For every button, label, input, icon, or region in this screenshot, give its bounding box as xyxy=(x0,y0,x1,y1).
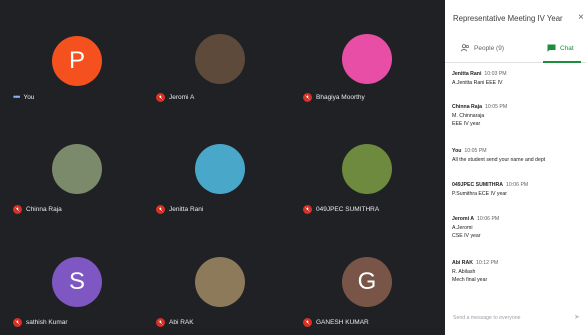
participant-name: You xyxy=(23,93,35,101)
chat-icon xyxy=(547,44,556,52)
close-icon[interactable]: × xyxy=(578,12,584,23)
message-text: CSE IV year xyxy=(452,233,481,240)
participant-label: ••• You xyxy=(13,92,34,102)
message-text: EEE IV year xyxy=(452,121,481,128)
avatar: P xyxy=(52,36,102,86)
message-text: A.Jeromi xyxy=(452,224,473,231)
participant-label: Bhagiya Moorthy xyxy=(303,93,365,102)
participant-label: 049JPEC SUMITHRA xyxy=(303,205,379,214)
participant-tile[interactable]: Bhagiya Moorthy xyxy=(297,0,437,108)
participant-tile[interactable]: Chinna Raja xyxy=(7,112,147,220)
message-text: R. Abilash xyxy=(452,268,476,275)
chat-panel: Representative Meeting IV Year × People … xyxy=(445,0,586,335)
participant-tile[interactable]: Jeromi A xyxy=(150,0,290,108)
tab-people[interactable]: People (9) xyxy=(461,44,504,52)
chat-message: Chinna Raja 10:05 PM M. Chinnaraja EEE IV… xyxy=(452,103,507,129)
avatar xyxy=(195,144,245,194)
send-icon[interactable]: ➤ xyxy=(574,313,580,321)
mic-off-icon xyxy=(303,205,312,214)
avatar xyxy=(195,257,245,307)
avatar xyxy=(195,34,245,84)
speaking-indicator-icon: ••• xyxy=(13,92,21,102)
message-sender: Chinna Raja xyxy=(452,104,482,110)
mic-off-icon xyxy=(13,318,22,327)
participant-name: Abi RAK xyxy=(169,319,194,326)
mic-off-icon xyxy=(303,93,312,102)
mic-off-icon xyxy=(156,205,165,214)
panel-title: Representative Meeting IV Year xyxy=(453,14,563,23)
message-text: A.Jenitta Rani EEE IV xyxy=(452,79,503,86)
message-time: 10:03 PM xyxy=(484,71,507,77)
chat-message: Jeromi A 10:06 PM A.Jeromi CSE IV year xyxy=(452,215,499,241)
participant-name: sathish Kumar xyxy=(26,319,68,326)
participant-label: Jenitta Rani xyxy=(156,205,203,214)
participant-label: Abi RAK xyxy=(156,318,194,327)
avatar xyxy=(342,34,392,84)
participant-tile[interactable]: G GANESH KUMAR xyxy=(297,225,437,333)
tab-chat[interactable]: Chat xyxy=(547,44,574,52)
participant-label: GANESH KUMAR xyxy=(303,318,369,327)
avatar xyxy=(342,144,392,194)
tab-people-label: People (9) xyxy=(474,44,504,52)
participant-name: Bhagiya Moorthy xyxy=(316,94,365,101)
chat-message: Abi RAK 10:12 PM R. Abilash Mech final ye… xyxy=(452,259,498,285)
participant-name: Jeromi A xyxy=(169,94,195,101)
participant-tile[interactable]: P ••• You xyxy=(7,0,147,108)
participant-label: Chinna Raja xyxy=(13,205,62,214)
active-tab-indicator xyxy=(543,61,581,63)
message-text: All the student send your name and dept xyxy=(452,156,546,163)
people-icon xyxy=(461,44,470,52)
participant-tile[interactable]: Abi RAK xyxy=(150,225,290,333)
participant-label: sathish Kumar xyxy=(13,318,68,327)
participant-name: GANESH KUMAR xyxy=(316,319,369,326)
participant-tile[interactable]: 049JPEC SUMITHRA xyxy=(297,112,437,220)
message-time: 10:05 PM xyxy=(464,148,487,154)
avatar: S xyxy=(52,257,102,307)
message-sender: You xyxy=(452,148,462,154)
chat-message: You 10:05 PM All the student send your na… xyxy=(452,147,545,164)
avatar xyxy=(52,144,102,194)
participant-name: 049JPEC SUMITHRA xyxy=(316,206,380,213)
message-sender: 049JPEC SUMITHRA xyxy=(452,182,504,188)
message-sender: Jenitta Rani xyxy=(452,71,482,77)
participant-name: Jenitta Rani xyxy=(169,206,204,213)
mic-off-icon xyxy=(156,318,165,327)
participant-label: Jeromi A xyxy=(156,93,194,102)
message-text: P.Sumithra ECE IV year xyxy=(452,190,507,197)
message-time: 10:06 PM xyxy=(506,182,529,188)
mic-off-icon xyxy=(303,318,312,327)
avatar: G xyxy=(342,257,392,307)
chat-input[interactable]: Send a message to everyone xyxy=(453,315,520,321)
message-time: 10:06 PM xyxy=(477,216,500,222)
mic-off-icon xyxy=(156,93,165,102)
message-text: Mech final year xyxy=(452,277,488,284)
message-text: M. Chinnaraja xyxy=(452,112,485,119)
participant-name: Chinna Raja xyxy=(26,206,62,213)
message-time: 10:12 PM xyxy=(476,260,499,266)
message-time: 10:05 PM xyxy=(484,104,508,110)
chat-message: Jenitta Rani 10:03 PM A.Jenitta Rani EEE … xyxy=(452,70,507,87)
participant-tile[interactable]: S sathish Kumar xyxy=(7,225,147,333)
participant-tile[interactable]: Jenitta Rani xyxy=(150,112,290,220)
message-sender: Abi RAK xyxy=(452,260,474,266)
participant-grid: P ••• You Jeromi A Bhagiya Moorthy Chinn… xyxy=(0,0,445,335)
panel-tabs: People (9) Chat xyxy=(445,38,586,63)
message-sender: Jeromi A xyxy=(452,216,475,222)
tab-chat-label: Chat xyxy=(560,44,574,52)
chat-message: 049JPEC SUMITHRA 10:06 PM P.Sumithra ECE … xyxy=(452,181,528,198)
mic-off-icon xyxy=(13,205,22,214)
